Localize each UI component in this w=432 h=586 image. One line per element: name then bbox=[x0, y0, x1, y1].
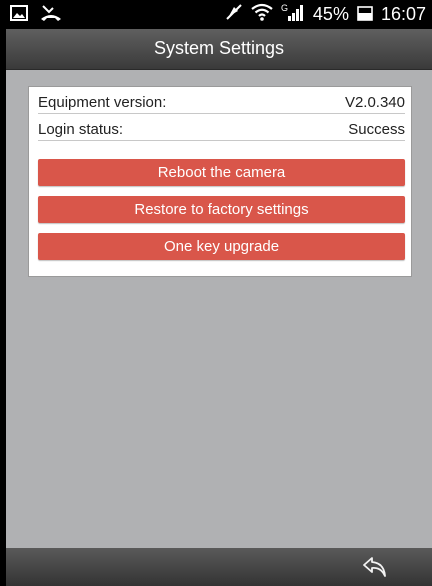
back-arrow-icon[interactable] bbox=[362, 555, 388, 579]
wifi-icon bbox=[251, 3, 273, 26]
one-key-upgrade-button[interactable]: One key upgrade bbox=[38, 233, 405, 260]
status-bar: G 45% 16:07 bbox=[6, 0, 432, 29]
svg-text:G: G bbox=[281, 3, 288, 13]
reboot-camera-button[interactable]: Reboot the camera bbox=[38, 159, 405, 186]
clock: 16:07 bbox=[380, 4, 426, 24]
equipment-version-row: Equipment version: V2.0.340 bbox=[38, 92, 405, 114]
mute-icon bbox=[225, 3, 243, 26]
image-icon bbox=[10, 5, 28, 26]
login-status-row: Login status: Success bbox=[38, 119, 405, 141]
app-screen: G 45% 16:07 System Settings Equipment ve bbox=[6, 0, 432, 586]
bottom-bar bbox=[6, 548, 432, 586]
missed-call-icon bbox=[40, 4, 62, 27]
app-header: System Settings bbox=[6, 29, 432, 70]
restore-factory-settings-button[interactable]: Restore to factory settings bbox=[38, 196, 405, 223]
equipment-version-value: V2.0.340 bbox=[344, 94, 405, 111]
page-title: System Settings bbox=[153, 38, 285, 58]
login-status-value: Success bbox=[348, 121, 405, 138]
login-status-label: Login status: bbox=[38, 121, 124, 138]
battery-icon bbox=[357, 3, 373, 26]
equipment-version-label: Equipment version: bbox=[38, 94, 167, 111]
settings-card: Equipment version: V2.0.340 Login status… bbox=[28, 86, 412, 277]
battery-percent: 45% bbox=[312, 4, 349, 24]
signal-icon: G bbox=[281, 3, 305, 26]
